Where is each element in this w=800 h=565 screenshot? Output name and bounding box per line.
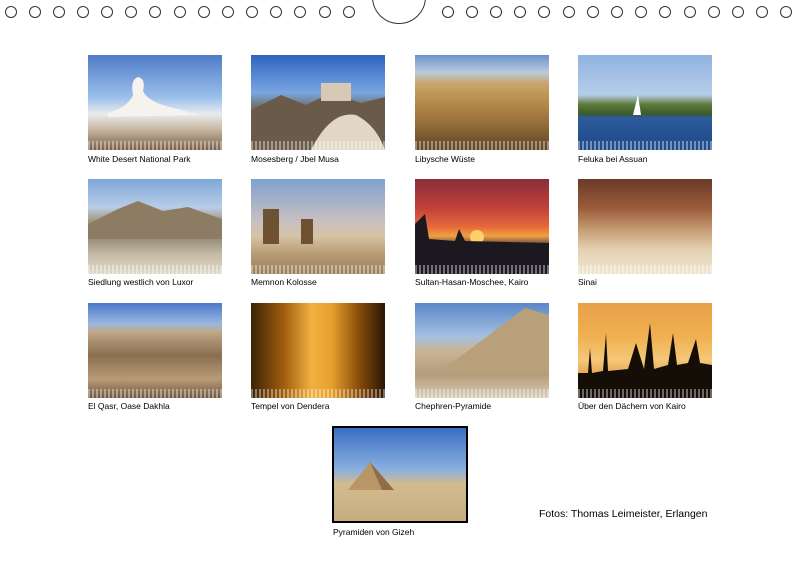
binding-hole <box>149 6 161 18</box>
binding-hole <box>343 6 355 18</box>
photo-sinai <box>578 179 712 274</box>
binding-hole <box>780 6 792 18</box>
binding-hole <box>756 6 768 18</box>
photo-caption: Tempel von Dendera <box>251 401 330 411</box>
binding-hole <box>174 6 186 18</box>
photo-caption: Memnon Kolosse <box>251 277 317 287</box>
binding-hole <box>466 6 478 18</box>
binding-hole <box>319 6 331 18</box>
binding-hole <box>442 6 454 18</box>
photo-caption: Pyramiden von Gizeh <box>333 527 415 537</box>
photo-caption: Libysche Wüste <box>415 154 475 164</box>
binding-hole <box>29 6 41 18</box>
binding-hole <box>538 6 550 18</box>
photo-dendera <box>251 303 385 398</box>
binding-hole <box>611 6 623 18</box>
binding-hole <box>635 6 647 18</box>
binding-hole <box>77 6 89 18</box>
photo-credit: Fotos: Thomas Leimeister, Erlangen <box>539 508 708 520</box>
binding-hole <box>53 6 65 18</box>
binding-hole <box>563 6 575 18</box>
binding-hole <box>198 6 210 18</box>
photo-mosesberg <box>251 55 385 150</box>
binding-hole <box>514 6 526 18</box>
photo-sultan-hasan <box>415 179 549 274</box>
photo-white-desert <box>88 55 222 150</box>
binding-hole <box>684 6 696 18</box>
photo-caption: Mosesberg / Jbel Musa <box>251 154 339 164</box>
spiral-binding <box>0 0 800 30</box>
photo-siedlung-luxor <box>88 179 222 274</box>
photo-caption: El Qasr, Oase Dakhla <box>88 401 170 411</box>
photo-caption: Siedlung westlich von Luxor <box>88 277 194 287</box>
binding-hole <box>246 6 258 18</box>
binding-hole <box>222 6 234 18</box>
binding-hole <box>270 6 282 18</box>
binding-hole <box>708 6 720 18</box>
photo-daecher-kairo <box>578 303 712 398</box>
hanger-cutout <box>372 0 426 24</box>
photo-libysche-wueste <box>415 55 549 150</box>
photo-caption: Sinai <box>578 277 597 287</box>
binding-hole <box>125 6 137 18</box>
binding-hole <box>294 6 306 18</box>
binding-hole <box>659 6 671 18</box>
photo-caption: White Desert National Park <box>88 154 191 164</box>
photo-caption: Sultan-Hasan-Moschee, Kairo <box>415 277 529 287</box>
photo-pyramiden-gizeh <box>332 426 468 523</box>
photo-caption: Chephren-Pyramide <box>415 401 492 411</box>
photo-chephren <box>415 303 549 398</box>
photo-memnon <box>251 179 385 274</box>
binding-hole <box>732 6 744 18</box>
binding-hole <box>587 6 599 18</box>
binding-hole <box>101 6 113 18</box>
binding-hole <box>5 6 17 18</box>
photo-caption: Feluka bei Assuan <box>578 154 648 164</box>
photo-el-qasr <box>88 303 222 398</box>
photo-feluka <box>578 55 712 150</box>
photo-caption: Über den Dächern von Kairo <box>578 401 686 411</box>
binding-hole <box>490 6 502 18</box>
